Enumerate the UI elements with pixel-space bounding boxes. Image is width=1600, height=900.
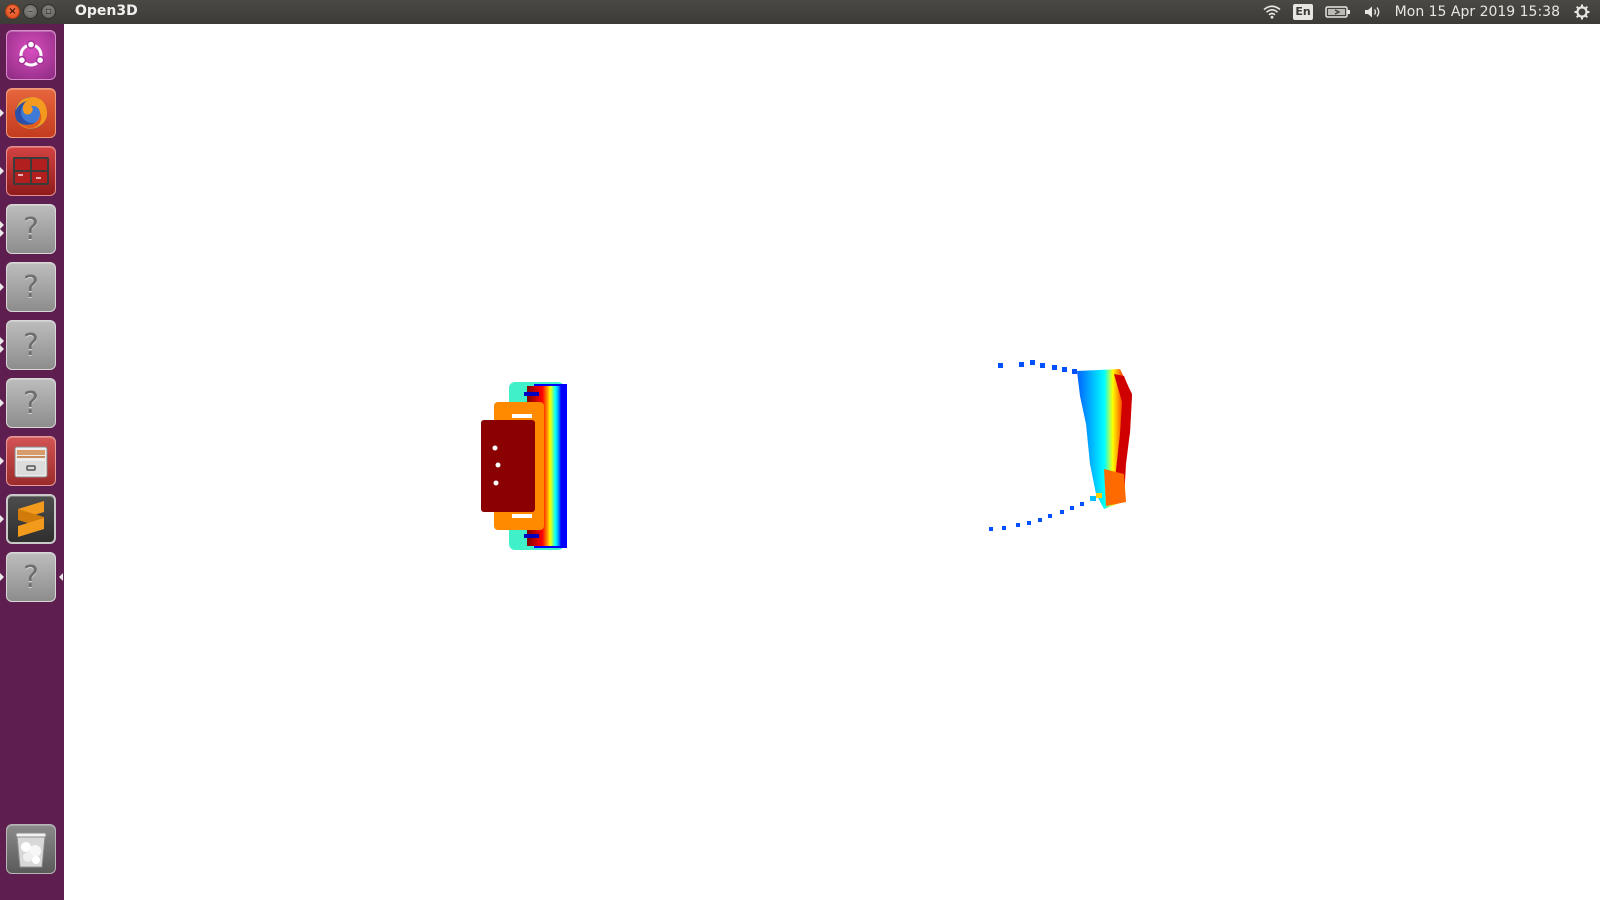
point-cloud-render: [481, 360, 1132, 550]
running-indicator: [0, 399, 4, 407]
launcher-item-sublime[interactable]: [6, 494, 56, 544]
launcher-item-files[interactable]: [6, 436, 56, 486]
gear-icon[interactable]: [1574, 4, 1590, 20]
launcher-item-trash[interactable]: [6, 824, 56, 874]
running-indicator: [0, 457, 4, 465]
wifi-icon[interactable]: [1263, 5, 1281, 19]
running-indicator: [0, 109, 4, 117]
workspace-icon: [13, 157, 49, 185]
question-mark-icon: ?: [23, 327, 39, 363]
running-indicator: [0, 345, 4, 353]
point-cloud-object-left: [481, 382, 567, 550]
launcher-item-unknown-2[interactable]: ?: [6, 262, 56, 312]
running-indicator: [0, 229, 4, 237]
launcher-item-unknown-1[interactable]: ?: [6, 204, 56, 254]
question-mark-icon: ?: [23, 269, 39, 305]
point-cloud-object-right: [989, 360, 1132, 531]
ubuntu-logo-icon: [17, 40, 45, 67]
running-indicator: [0, 515, 4, 523]
firefox-icon: [15, 97, 48, 129]
running-indicator: [0, 221, 4, 229]
battery-icon[interactable]: [1324, 5, 1351, 19]
window-title: Open3D: [75, 3, 138, 19]
running-indicator: [0, 573, 4, 581]
running-indicator: [0, 283, 4, 291]
launcher-item-unknown-5[interactable]: ?: [6, 552, 56, 602]
launcher-item-firefox[interactable]: [6, 88, 56, 138]
close-icon[interactable]: ×: [5, 4, 20, 19]
language-indicator[interactable]: En: [1293, 4, 1313, 20]
question-mark-icon: ?: [23, 211, 39, 247]
launcher: ? ? ? ? ?: [0, 24, 65, 900]
focused-indicator: [59, 573, 63, 581]
launcher-item-unknown-4[interactable]: ?: [6, 378, 56, 428]
launcher-item-workspaces[interactable]: [6, 146, 56, 196]
top-panel: × – ▫ Open3D En Mon 15 Apr 2019 15:38: [0, 0, 1600, 24]
maximize-icon[interactable]: ▫: [41, 4, 56, 19]
volume-icon[interactable]: [1363, 5, 1383, 19]
launcher-item-unknown-3[interactable]: ?: [6, 320, 56, 370]
window-controls: × – ▫: [5, 4, 56, 19]
language-label: En: [1293, 4, 1313, 20]
launcher-item-dash[interactable]: [6, 30, 56, 80]
running-indicator: [0, 167, 4, 175]
question-mark-icon: ?: [23, 385, 39, 421]
question-mark-icon: ?: [23, 559, 39, 595]
running-indicator: [0, 337, 4, 345]
minimize-icon[interactable]: –: [23, 4, 38, 19]
file-cabinet-icon: [14, 446, 48, 478]
sublime-text-icon: [18, 501, 44, 537]
clock[interactable]: Mon 15 Apr 2019 15:38: [1395, 4, 1560, 20]
indicator-area: En Mon 15 Apr 2019 15:38: [1257, 0, 1600, 24]
trash-icon: [15, 832, 47, 868]
open3d-viewport[interactable]: [64, 24, 1600, 900]
